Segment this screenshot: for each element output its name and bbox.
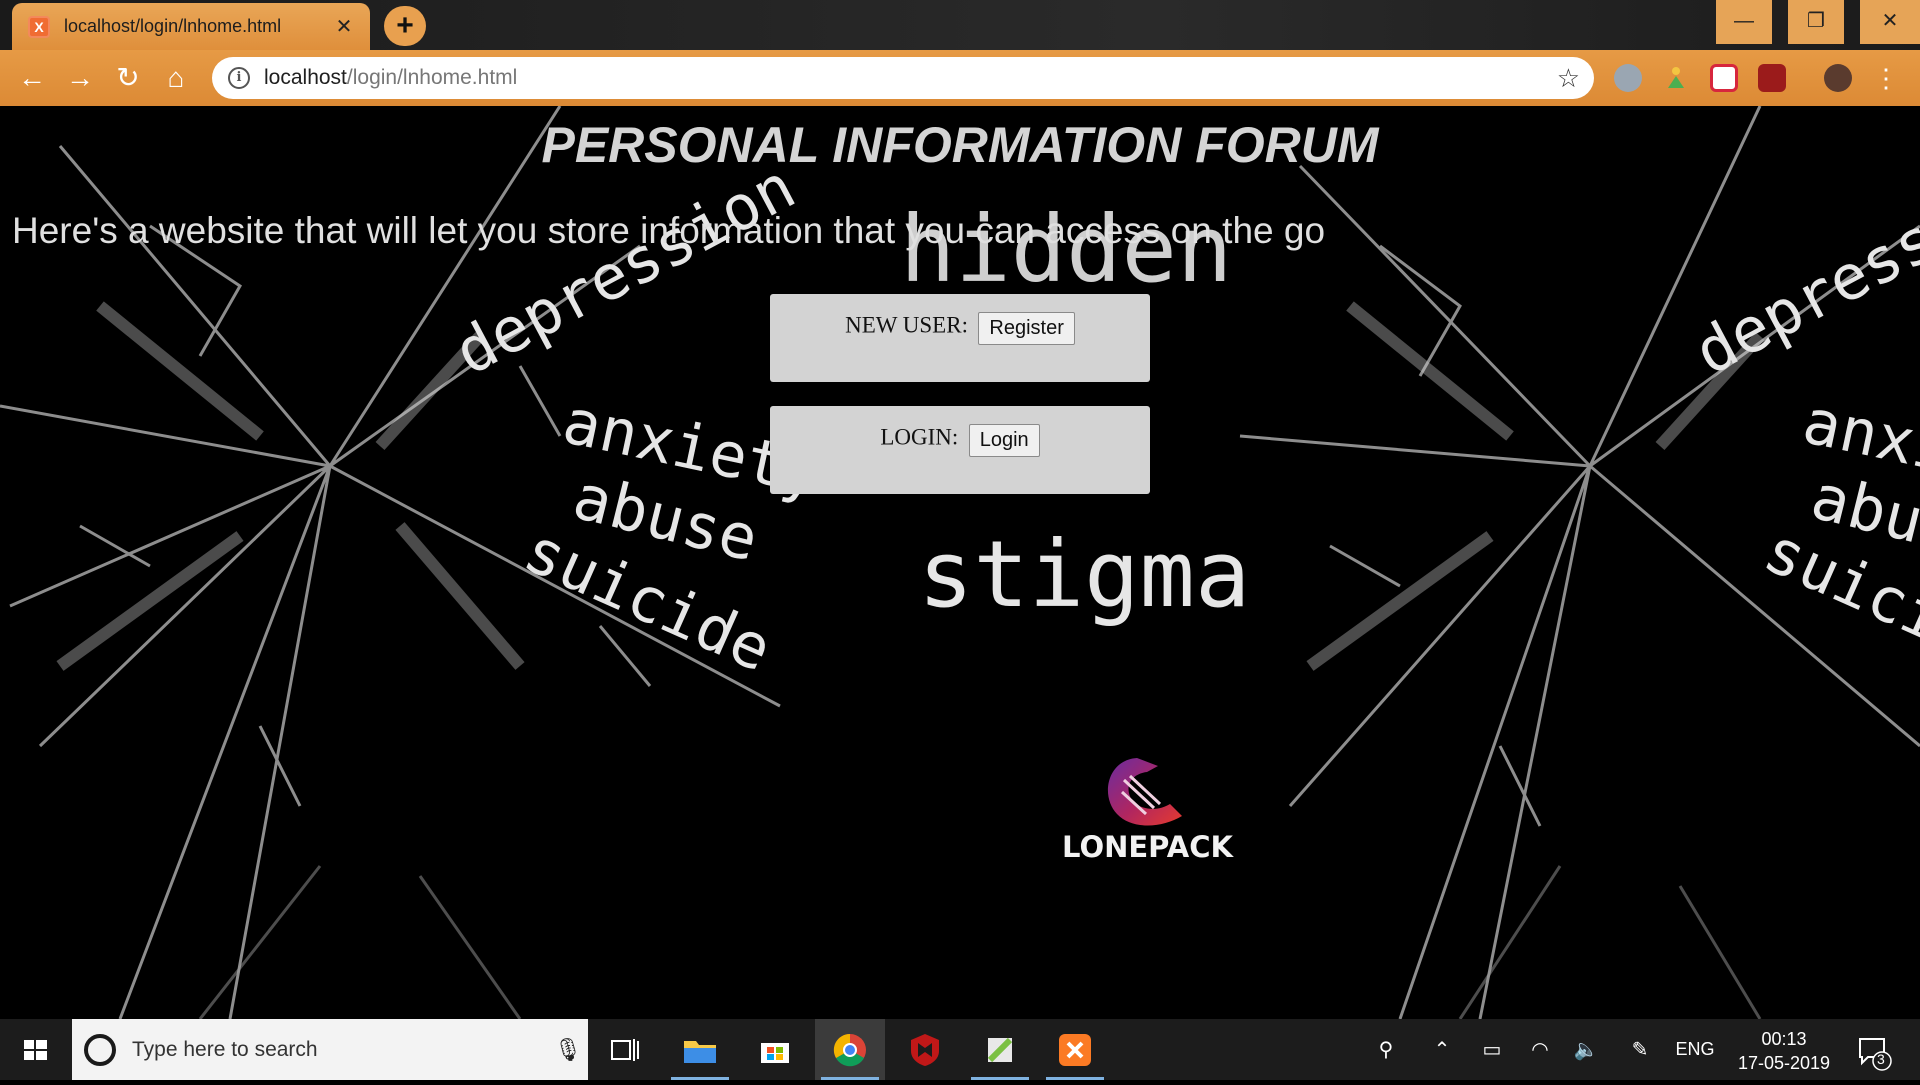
taskbar-chrome[interactable] [815,1019,885,1080]
login-label: LOGIN: [880,424,959,450]
show-hidden-icons-chevron-icon[interactable]: ⌃ [1424,1019,1460,1080]
extension-figure-icon[interactable] [1662,64,1690,92]
mcafee-shield-icon [911,1033,939,1066]
clock[interactable]: 00:13 17-05-2019 [1722,1027,1846,1075]
minimize-button[interactable]: — [1716,0,1772,44]
login-button[interactable]: Login [968,424,1040,457]
new-user-label: NEW USER: [845,312,968,338]
browser-menu-icon[interactable]: ⋮ [1868,60,1904,96]
taskbar-search-box[interactable]: Type here to search 🎙 [72,1019,588,1080]
cortana-icon [84,1033,116,1066]
ublock-extension-icon[interactable] [1758,64,1786,92]
store-bag-icon [761,1042,789,1063]
home-button[interactable]: ⌂ [158,60,194,96]
chrome-icon [833,1033,866,1066]
extension-figure-svg [1668,67,1684,88]
new-user-card: NEW USER: Register [770,294,1150,382]
taskbar-store[interactable] [740,1019,810,1080]
extension-globe-icon[interactable] [1614,64,1642,92]
login-card: LOGIN: Login [770,406,1150,494]
taskbar-notepad[interactable] [965,1019,1035,1080]
action-center-button[interactable]: 3 [1854,1031,1894,1071]
url-path: /login/lnhome.html [346,66,518,89]
browser-tab[interactable]: X localhost/login/lnhome.html ✕ [12,3,370,50]
taskbar-mcafee[interactable] [890,1019,960,1080]
pen-icon[interactable]: ✎ [1622,1019,1658,1080]
wifi-icon[interactable]: ◠ [1522,1019,1558,1080]
forward-button[interactable]: → [62,60,98,96]
page-content: depression anxiety abuse suicide stigma … [0,106,1920,1019]
browser-toolbar: ← → ↻ ⌂ i localhost/login/lnhome.html ☆ … [0,50,1920,106]
windows-logo-icon [24,1040,47,1060]
xampp-icon [1059,1033,1091,1066]
clock-time: 00:13 [1761,1029,1807,1049]
start-button[interactable] [0,1019,70,1080]
bg-word-stigma: stigma [918,521,1250,628]
back-button[interactable]: ← [14,60,50,96]
task-view-button[interactable] [590,1019,660,1080]
bg-word-depression-right: depression [1683,150,1920,390]
notification-count: 3 [1877,1051,1885,1067]
people-icon[interactable]: ⚲ [1366,1019,1406,1080]
notepad-plus-icon [987,1037,1013,1062]
taskbar-file-explorer[interactable] [665,1019,735,1080]
url-text[interactable]: localhost/login/lnhome.html [264,66,1557,90]
task-view-icon [611,1038,639,1061]
restore-button[interactable]: ❐ [1788,0,1844,44]
windows-taskbar: Type here to search 🎙 ⚲ ⌃ ▭ ◠ 🔈 ✎ ENG 00… [0,1019,1920,1080]
pocket-extension-icon[interactable] [1710,64,1738,92]
site-info-icon[interactable]: i [228,67,250,89]
language-indicator[interactable]: ENG [1670,1019,1720,1080]
notification-icon [1859,1038,1892,1071]
bookmark-star-icon[interactable]: ☆ [1557,63,1580,94]
taskbar-xampp[interactable] [1040,1019,1110,1080]
new-tab-button[interactable]: + [384,6,426,46]
folder-icon [684,1040,716,1063]
address-bar[interactable]: i localhost/login/lnhome.html ☆ [212,57,1594,99]
browser-titlebar: X localhost/login/lnhome.html ✕ + — ❐ ✕ [0,0,1920,50]
reload-button[interactable]: ↻ [110,60,146,96]
url-host: localhost [264,66,347,89]
tab-close-icon[interactable]: ✕ [332,14,356,39]
microphone-icon[interactable]: 🎙 [548,1037,588,1063]
tab-title: localhost/login/lnhome.html [64,16,282,36]
clock-date: 17-05-2019 [1737,1053,1831,1073]
close-window-button[interactable]: ✕ [1860,0,1920,44]
volume-icon[interactable]: 🔈 [1568,1019,1604,1080]
page-title: PERSONAL INFORMATION FORUM [541,117,1379,173]
battery-icon[interactable]: ▭ [1474,1019,1510,1080]
xampp-favicon-icon: X [28,15,50,38]
bg-word-depression: depression [443,150,807,390]
register-button[interactable]: Register [978,312,1075,345]
profile-avatar[interactable] [1824,64,1852,92]
search-placeholder: Type here to search [132,1037,318,1061]
page-tagline: Here's a website that will let you store… [12,210,1326,251]
lonepack-logo-text: LONEPACK [1062,830,1233,864]
